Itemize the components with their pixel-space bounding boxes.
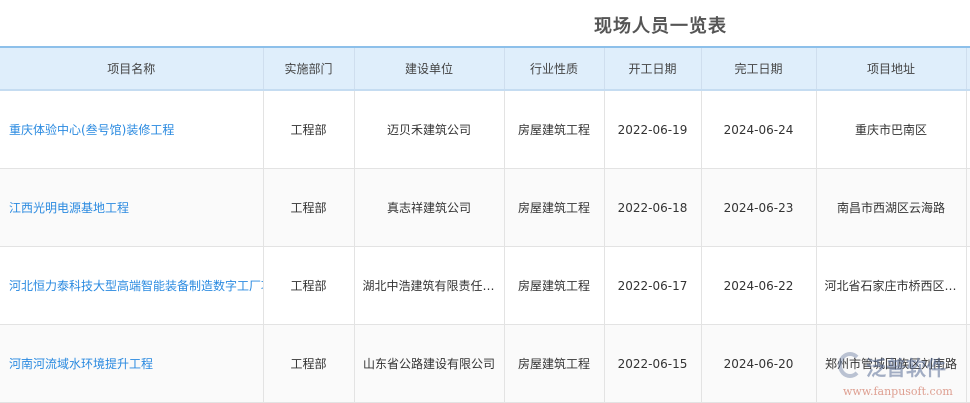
cell-project-name[interactable]: 重庆体验中心(叁号馆)装修工程: [0, 90, 263, 169]
watermark-logo-icon: [838, 352, 862, 378]
header-project-name[interactable]: 项目名称: [0, 46, 263, 91]
header-builder[interactable]: 建设单位: [353, 46, 504, 91]
cell-builder: 山东省公路建设有限公司: [353, 324, 504, 403]
header-address[interactable]: 项目地址: [815, 46, 966, 91]
cell-start-date: 2022-06-18: [603, 168, 701, 247]
cell-industry: 房屋建筑工程: [503, 168, 604, 247]
cell-department: 工程部: [262, 90, 354, 169]
cell-builder: 真志祥建筑公司: [353, 168, 504, 247]
cell-end-date: 2024-06-22: [700, 246, 816, 325]
cell-builder: 湖北中浩建筑有限责任公司: [353, 246, 504, 325]
cell-start-date: 2022-06-17: [603, 246, 701, 325]
cell-industry: 房屋建筑工程: [503, 90, 604, 169]
cell-extra: [965, 90, 970, 169]
cell-end-date: 2024-06-23: [700, 168, 816, 247]
watermark-url: www.fanpusoft.com: [843, 385, 953, 398]
cell-project-name[interactable]: 河北恒力泰科技大型高端智能装备制造数字工厂项目: [0, 246, 263, 325]
cell-project-name[interactable]: 河南河流域水环境提升工程: [0, 324, 263, 403]
cell-project-name[interactable]: 江西光明电源基地工程: [0, 168, 263, 247]
table-header-row: 项目名称 实施部门 建设单位 行业性质 开工日期 完工日期 项目地址: [0, 46, 970, 91]
cell-end-date: 2024-06-20: [700, 324, 816, 403]
cell-extra: [965, 168, 970, 247]
cell-end-date: 2024-06-24: [700, 90, 816, 169]
cell-department: 工程部: [262, 324, 354, 403]
cell-department: 工程部: [262, 246, 354, 325]
cell-extra: [965, 324, 970, 403]
cell-industry: 房屋建筑工程: [503, 246, 604, 325]
cell-builder: 迈贝禾建筑公司: [353, 90, 504, 169]
cell-address: 南昌市西湖区云海路: [815, 168, 966, 247]
table-row[interactable]: 河南河流域水环境提升工程 工程部 山东省公路建设有限公司 房屋建筑工程 2022-06-…: [0, 324, 970, 403]
watermark-brand: 泛普软件: [866, 356, 946, 380]
page-title: 现场人员一览表: [594, 16, 727, 37]
cell-industry: 房屋建筑工程: [503, 324, 604, 403]
cell-department: 工程部: [262, 168, 354, 247]
cell-start-date: 2022-06-19: [603, 90, 701, 169]
table-row[interactable]: 河北恒力泰科技大型高端智能装备制造数字工厂项目 工程部 湖北中浩建筑有限责任公司 房屋…: [0, 246, 970, 325]
cell-address: 河北省石家庄市桥西区某路: [815, 246, 966, 325]
personnel-table: 项目名称 实施部门 建设单位 行业性质 开工日期 完工日期 项目地址 重庆体验中…: [0, 46, 970, 403]
header-start-date[interactable]: 开工日期: [603, 46, 701, 91]
cell-address: 重庆市巴南区: [815, 90, 966, 169]
table-row[interactable]: 江西光明电源基地工程 工程部 真志祥建筑公司 房屋建筑工程 2022-06-18 2024…: [0, 168, 970, 247]
header-industry[interactable]: 行业性质: [503, 46, 604, 91]
cell-start-date: 2022-06-15: [603, 324, 701, 403]
header-extra: [965, 46, 970, 91]
header-department[interactable]: 实施部门: [262, 46, 354, 91]
header-end-date[interactable]: 完工日期: [700, 46, 816, 91]
cell-extra: [965, 246, 970, 325]
table-row[interactable]: 重庆体验中心(叁号馆)装修工程 工程部 迈贝禾建筑公司 房屋建筑工程 2022-06-1…: [0, 90, 970, 169]
